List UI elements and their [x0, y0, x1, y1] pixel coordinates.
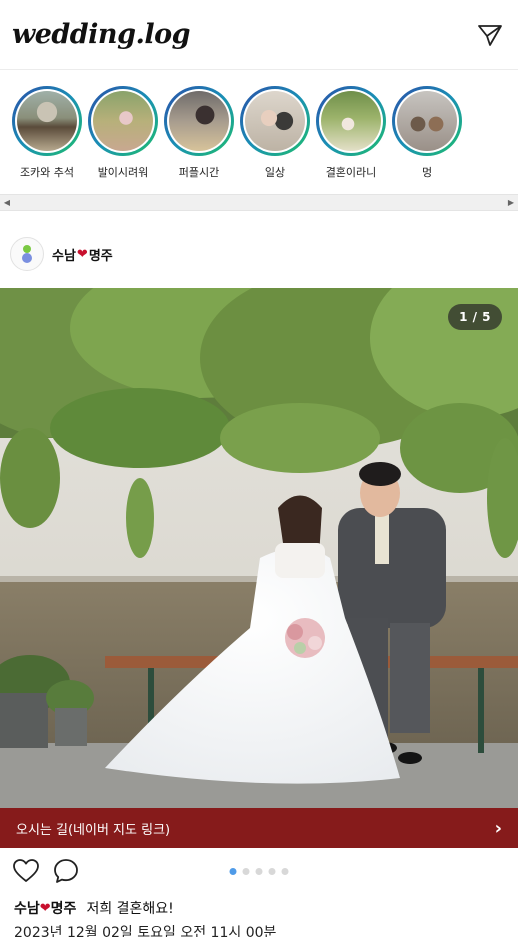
story-label: 발이시려워: [97, 166, 149, 179]
story-ring: [88, 86, 158, 156]
send-icon[interactable]: [476, 21, 504, 49]
chevron-right-icon: ›: [494, 817, 502, 839]
post-photo[interactable]: 1 / 5: [0, 288, 518, 808]
caption-author[interactable]: 수남 ❤ 명주: [14, 898, 76, 918]
author-name-right: 명주: [88, 248, 113, 264]
story-ring: [12, 86, 82, 156]
story-label: 일상: [264, 166, 286, 179]
carousel-dot[interactable]: [242, 867, 250, 875]
caption-author-right: 명주: [50, 901, 77, 917]
story-thumbnail: [17, 91, 77, 151]
like-heart-icon[interactable]: [12, 857, 40, 885]
carousel-dot[interactable]: [255, 867, 263, 875]
app-logo: wedding.log: [12, 19, 191, 50]
scroll-right-arrow-icon[interactable]: ▶: [504, 195, 518, 210]
story-item[interactable]: 퍼플시간: [164, 86, 234, 194]
caption-heart-icon: ❤: [39, 900, 51, 916]
scroll-left-arrow-icon[interactable]: ◀: [0, 195, 14, 210]
post-actions: [0, 848, 518, 894]
story-item[interactable]: 조카와 추석: [12, 86, 82, 194]
map-link-bar[interactable]: 오시는 길(네이버 지도 링크) ›: [0, 808, 518, 848]
top-bar: wedding.log: [0, 0, 518, 70]
carousel-dot[interactable]: [281, 867, 289, 875]
story-item[interactable]: 결혼이라니: [316, 86, 386, 194]
wedding-photo-image: [0, 288, 518, 808]
carousel-dot[interactable]: [268, 867, 276, 875]
comment-bubble-icon[interactable]: [52, 857, 80, 885]
map-link-label: 오시는 길(네이버 지도 링크): [16, 822, 171, 838]
story-label: 조카와 추석: [19, 166, 75, 179]
story-label: 퍼플시간: [178, 166, 220, 179]
story-thumbnail: [169, 91, 229, 151]
story-ring: [392, 86, 462, 156]
story-item[interactable]: 일상: [240, 86, 310, 194]
heart-icon: ❤: [76, 246, 88, 262]
caption-author-left: 수남: [14, 901, 40, 917]
post-author[interactable]: 수남 ❤ 명주: [52, 245, 113, 264]
story-thumbnail: [397, 91, 457, 151]
author-avatar[interactable]: [10, 237, 44, 271]
story-label: 멍: [421, 166, 433, 179]
story-ring: [164, 86, 234, 156]
story-label: 결혼이라니: [325, 166, 377, 179]
image-counter-badge: 1 / 5: [448, 304, 502, 330]
avatar-icon: [22, 245, 32, 263]
post-caption: 수남 ❤ 명주 저희 결혼해요! 2023년 12월 02일 토요일 오전 11…: [0, 894, 518, 937]
story-thumbnail: [245, 91, 305, 151]
author-name-left: 수남: [52, 248, 76, 264]
caption-text: 저희 결혼해요!: [86, 901, 174, 917]
stories-row: 조카와 추석 발이시려워 퍼플시간 일상 결혼이라니 멍: [0, 70, 518, 194]
carousel-dots: [229, 867, 289, 875]
horizontal-scrollbar[interactable]: ◀ ▶: [0, 194, 518, 211]
story-item[interactable]: 멍: [392, 86, 462, 194]
wedding-date: 2023년 12월 02일 토요일 오전 11시 00분: [14, 925, 277, 937]
post-header: 수남 ❤ 명주: [0, 220, 518, 288]
story-ring: [316, 86, 386, 156]
story-thumbnail: [93, 91, 153, 151]
story-ring: [240, 86, 310, 156]
story-item[interactable]: 발이시려워: [88, 86, 158, 194]
story-thumbnail: [321, 91, 381, 151]
carousel-dot[interactable]: [229, 867, 237, 875]
